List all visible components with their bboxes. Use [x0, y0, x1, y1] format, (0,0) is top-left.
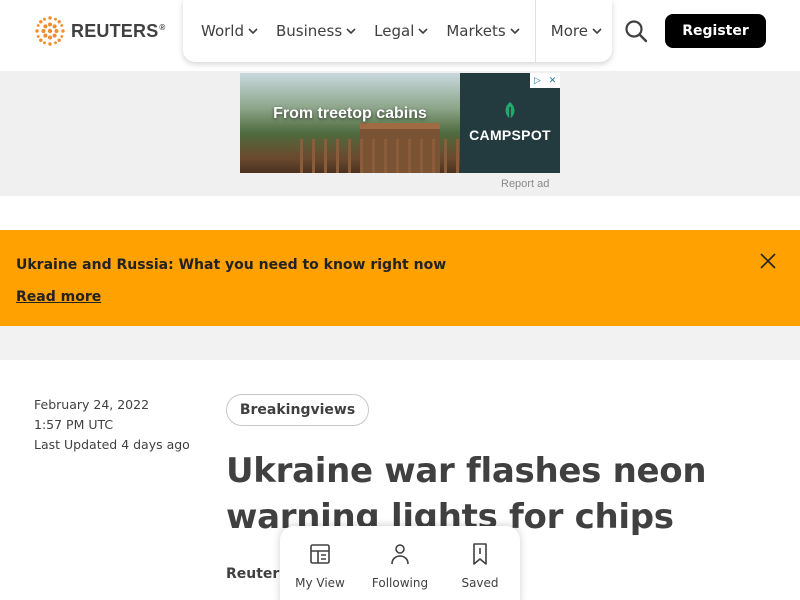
person-icon [391, 544, 409, 565]
ad-banner[interactable]: From treetop cabins CAMPSPOT ▷ ✕ [240, 73, 560, 173]
nav-divider [534, 0, 536, 62]
bottom-nav-bar: My View Following Saved [280, 526, 520, 600]
alert-banner: Ukraine and Russia: What you need to kno… [0, 230, 800, 326]
ad-choices[interactable]: ▷ ✕ [530, 73, 560, 88]
article-time: 1:57 PM UTC [34, 417, 114, 432]
my-view-button[interactable]: My View [280, 526, 360, 600]
report-ad-link[interactable]: Report ad [501, 178, 549, 190]
reuters-logo-icon [35, 16, 65, 46]
nav-item-legal[interactable]: Legal [365, 0, 437, 62]
chevron-down-icon [248, 28, 258, 34]
nav-item-business[interactable]: Business [267, 0, 365, 62]
article-date: February 24, 2022 [34, 397, 150, 412]
nav-item-label: Markets [446, 22, 506, 40]
ad-railing-shape [300, 139, 460, 173]
nav-item-label: More [550, 22, 588, 40]
ad-brand-name: CAMPSPOT [469, 127, 551, 143]
close-icon[interactable]: ✕ [545, 73, 560, 88]
nav-item-more[interactable]: More [542, 0, 611, 62]
close-icon[interactable] [758, 251, 778, 271]
bottom-nav-label: Following [371, 576, 429, 590]
bottom-nav-label: My View [295, 576, 345, 590]
campspot-leaf-icon [505, 102, 515, 122]
article-byline[interactable]: Reuters [226, 566, 288, 582]
nav-item-label: World [201, 22, 244, 40]
chevron-down-icon [418, 28, 428, 34]
reuters-logo[interactable]: REUTERS® [33, 14, 166, 48]
register-button[interactable]: Register [665, 14, 766, 48]
nav-item-label: Legal [374, 22, 415, 40]
banner-title: Ukraine and Russia: What you need to kno… [16, 257, 447, 273]
logo-wordmark: REUTERS® [71, 20, 166, 41]
chevron-down-icon [592, 28, 602, 34]
ad-brand-panel: CAMPSPOT [460, 73, 560, 173]
following-button[interactable]: Following [360, 526, 440, 600]
nav-item-markets[interactable]: Markets [437, 0, 528, 62]
section-tag[interactable]: Breakingviews [226, 394, 369, 426]
search-icon[interactable] [624, 19, 648, 43]
layout-icon [310, 544, 330, 564]
site-header: REUTERS® World Business Legal Markets Mo… [0, 0, 800, 71]
article-updated: Last Updated 4 days ago [34, 437, 190, 452]
chevron-down-icon [510, 28, 520, 34]
nav-item-label: Business [276, 22, 343, 40]
read-more-link[interactable]: Read more [16, 289, 101, 305]
section-divider [0, 326, 800, 360]
ad-container: From treetop cabins CAMPSPOT ▷ ✕ Report … [0, 71, 800, 196]
ad-image: From treetop cabins [240, 73, 460, 173]
saved-button[interactable]: Saved [440, 526, 520, 600]
ad-headline: From treetop cabins [273, 105, 427, 122]
ad-choices-icon[interactable]: ▷ [530, 73, 545, 88]
nav-item-world[interactable]: World [183, 0, 267, 62]
main-nav: World Business Legal Markets More [183, 0, 612, 62]
bottom-nav-label: Saved [461, 576, 499, 590]
bookmark-icon [473, 543, 487, 565]
chevron-down-icon [346, 28, 356, 34]
